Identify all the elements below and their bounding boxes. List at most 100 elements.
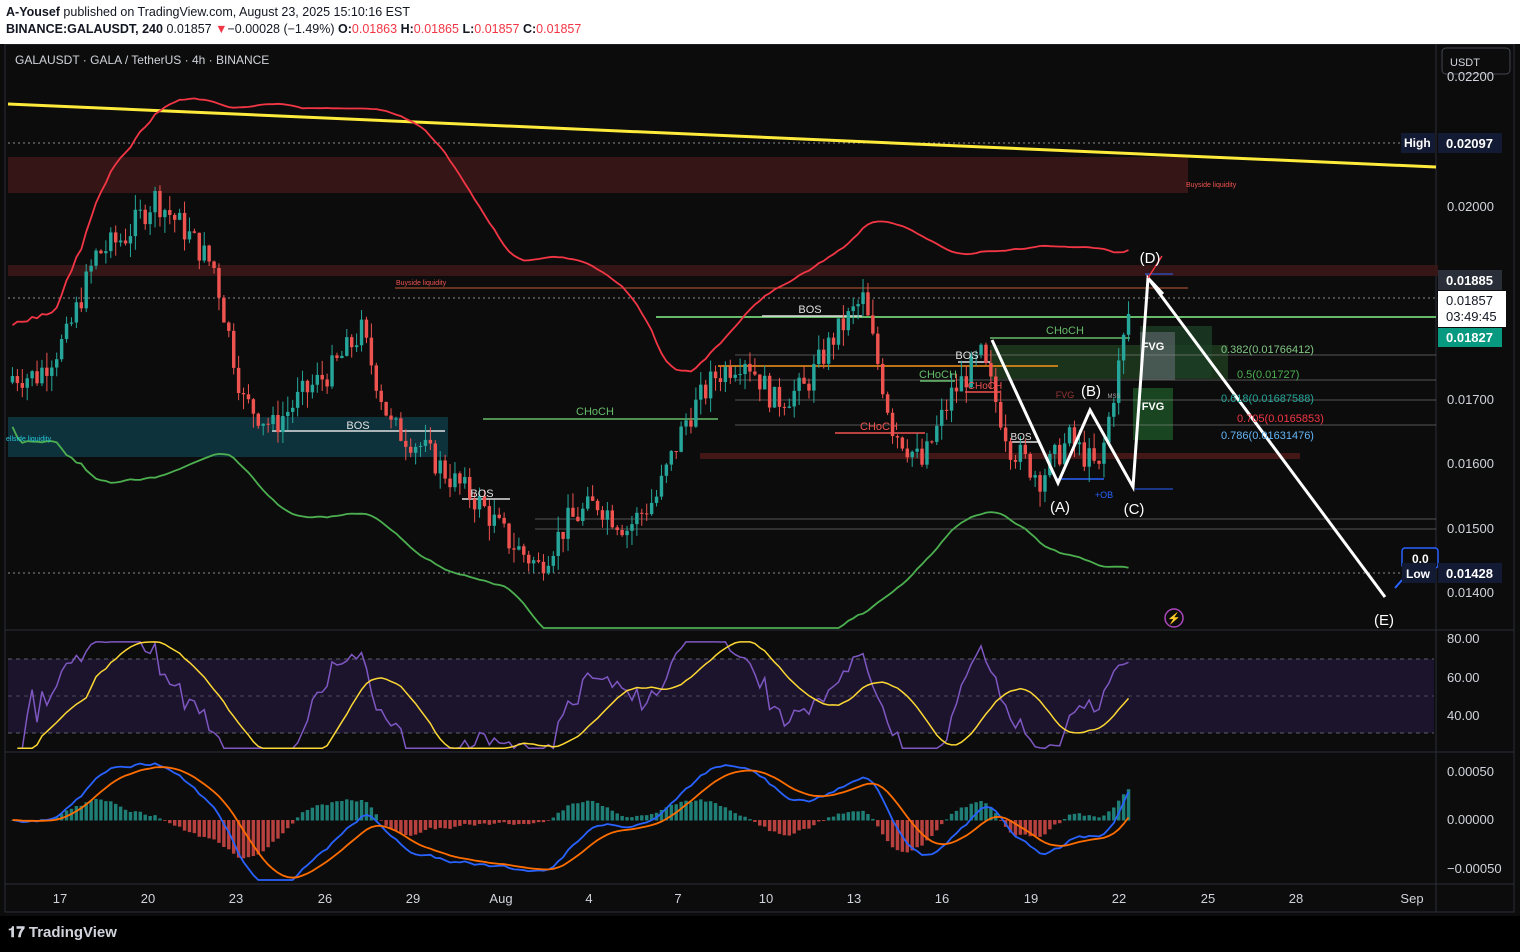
macd-tick-zero: 0.00000	[1447, 812, 1494, 827]
candle-body	[1062, 443, 1067, 465]
macd-histogram-bar	[463, 820, 467, 824]
time-tick-23: 23	[229, 891, 243, 906]
macd-histogram-bar	[133, 811, 138, 821]
macd-histogram-bar	[158, 818, 162, 821]
published-text: published on TradingView.com, August 23,…	[63, 5, 410, 19]
macd-histogram-bar	[895, 820, 900, 851]
macd-histogram-bar	[1092, 816, 1096, 821]
macd-tick-neg: −0.00050	[1447, 861, 1502, 876]
candle-body	[595, 500, 600, 511]
low-value: 0.01857	[474, 22, 520, 36]
candle-body	[359, 319, 364, 346]
macd-histogram-bar	[128, 811, 133, 821]
macd-histogram-bar	[182, 820, 187, 831]
fib-label-05: 0.5(0.01727)	[1237, 369, 1299, 381]
macd-histogram-bar	[915, 820, 919, 848]
time-tick-29: 29	[406, 891, 420, 906]
candle-body	[123, 240, 128, 244]
tradingview-logo[interactable]: 𝟏𝟕 TradingView	[8, 924, 117, 941]
time-tick-16: 16	[935, 891, 949, 906]
time-axis[interactable]: 17 20 23 26 29 Aug 4 7 10 13 16 19 22 25 28 Sep	[53, 891, 1424, 906]
macd-histogram-bar	[104, 801, 108, 821]
macd-histogram-bar	[177, 820, 182, 827]
candle-body	[581, 508, 585, 522]
candle-body	[925, 441, 929, 465]
time-tick-20: 20	[141, 891, 155, 906]
candle-body	[944, 409, 949, 411]
candle-body	[113, 232, 118, 243]
macd-histogram-bar	[89, 800, 93, 821]
macd-histogram-bar	[728, 810, 733, 821]
candle-body	[1053, 444, 1057, 455]
candle-body	[738, 374, 742, 376]
chart-svg[interactable]: BOS CHoCH BOS BOS CHoCH CHoCH BOS CHoCH …	[0, 43, 1520, 916]
candle-body	[551, 555, 556, 566]
macd-histogram-bar	[984, 803, 988, 821]
macd-histogram-bar	[871, 818, 875, 821]
candle-body	[1126, 313, 1131, 335]
candle-body	[733, 374, 737, 378]
macd-histogram-bar	[482, 820, 487, 824]
candle-body	[15, 376, 20, 384]
fib-label-0705: 0.705(0.0165853)	[1237, 413, 1324, 425]
candle-body	[826, 337, 831, 364]
candle-body	[158, 190, 162, 218]
candle-body	[325, 379, 329, 387]
label-plus-ob: +OB	[1095, 490, 1113, 500]
candle-body	[428, 439, 433, 444]
time-tick-28: 28	[1289, 891, 1303, 906]
macd-histogram-bar	[517, 820, 521, 825]
macd-histogram-bar	[1082, 815, 1087, 821]
macd-histogram-bar	[99, 799, 103, 821]
macd-histogram-bar	[1097, 817, 1101, 821]
candle-body	[836, 318, 841, 345]
candle-body	[143, 209, 147, 225]
candle-body	[369, 337, 374, 366]
macd-histogram-bar	[679, 801, 683, 821]
publication-header: A-Yousef published on TradingView.com, A…	[0, 0, 1520, 44]
macd-histogram-bar	[94, 798, 98, 821]
chart-area[interactable]: BOS CHoCH BOS BOS CHoCH CHoCH BOS CHoCH …	[0, 43, 1520, 916]
label-choch-2: CHoCH	[860, 421, 898, 433]
macd-histogram-bar	[349, 800, 354, 821]
price-tick-0-015: 0.01500	[1447, 521, 1494, 536]
candle-body	[684, 420, 688, 427]
macd-histogram-bar	[758, 820, 762, 826]
macd-histogram-bar	[394, 820, 398, 831]
macd-histogram-bar	[1077, 813, 1082, 821]
candle-body	[433, 443, 438, 474]
label-buyside-2: Buyside liquidity	[1186, 182, 1237, 189]
candle-body	[35, 371, 39, 384]
time-tick-25: 25	[1201, 891, 1215, 906]
candle-body	[423, 439, 428, 446]
candle-body	[349, 337, 354, 348]
macd-histogram-bar	[487, 820, 492, 825]
candle-body	[644, 513, 649, 515]
candle-body	[802, 377, 806, 384]
macd-histogram-bar	[428, 820, 433, 828]
candle-body	[241, 392, 246, 395]
candle-body	[512, 548, 516, 550]
candle-body	[79, 302, 84, 309]
candle-body	[1033, 475, 1037, 478]
countdown-value: 03:49:45	[1446, 309, 1497, 324]
macd-histogram-bar	[939, 820, 944, 825]
macd-histogram-bar	[197, 820, 202, 837]
candle-body	[153, 190, 157, 213]
candle-body	[266, 423, 270, 425]
candle-body	[84, 271, 88, 309]
candle-body	[772, 386, 777, 408]
macd-histogram-bar	[286, 820, 290, 829]
macd-histogram-bar	[507, 820, 511, 825]
rsi-tick-80: 80.00	[1447, 631, 1480, 646]
macd-histogram-bar	[1043, 820, 1047, 835]
candle-body	[168, 210, 172, 215]
label-buyside-1: Buyside liquidity	[396, 280, 447, 287]
time-tick-22: 22	[1112, 891, 1126, 906]
macd-histogram-bar	[354, 801, 359, 821]
macd-histogram-bar	[123, 809, 128, 821]
macd-histogram-bar	[345, 799, 349, 821]
macd-histogram-bar	[777, 820, 782, 834]
low-price-value: 0.01428	[1446, 566, 1493, 581]
publisher-name[interactable]: A-Yousef	[6, 5, 60, 19]
